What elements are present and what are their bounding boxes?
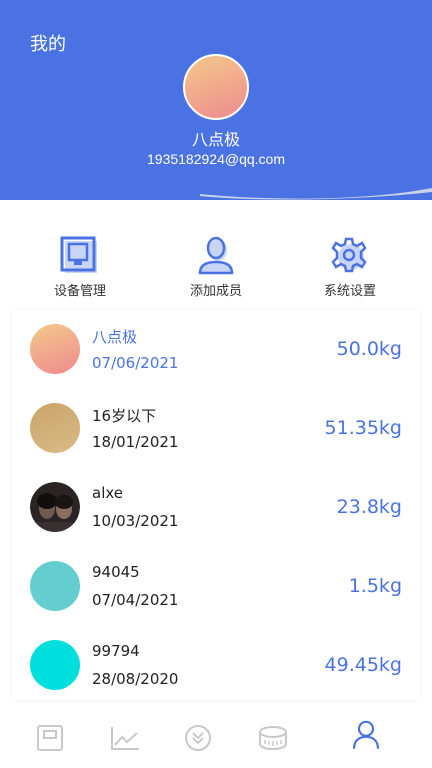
member-row[interactable]: 八点极 07/06/2021 50.0kg [12, 310, 420, 389]
action-label: 系统设置 [323, 284, 376, 299]
profile-icon [352, 720, 380, 749]
scale-icon [37, 725, 63, 751]
profile-name: 八点极 [191, 130, 240, 149]
profile-avatar[interactable] [183, 54, 249, 120]
double-chevron-down-icon [185, 725, 211, 751]
member-name: 99794 [92, 642, 140, 660]
tab-scale[interactable] [20, 708, 80, 768]
member-weight: 50.0kg [336, 338, 402, 360]
member-name: 16岁以下 [92, 407, 157, 425]
action-label: 添加成员 [189, 284, 242, 299]
member-date: 07/04/2021 [92, 591, 179, 609]
member-list: 八点极 07/06/2021 50.0kg 16岁以下 18/01/2021 5… [12, 310, 420, 700]
member-avatar-photo [30, 482, 80, 532]
tape-measure-icon [259, 726, 287, 751]
member-weight: 1.5kg [348, 575, 402, 597]
tab-measure[interactable] [168, 708, 228, 768]
member-weight: 23.8kg [336, 496, 402, 518]
page-title: 我的 [30, 34, 66, 55]
member-weight: 51.35kg [324, 417, 402, 439]
member-row[interactable]: 99794 28/08/2020 49.45kg [12, 626, 420, 705]
add-member-button[interactable]: 添加成员 [156, 232, 276, 302]
member-avatar [30, 561, 80, 611]
member-row[interactable]: alxe 10/03/2021 23.8kg [12, 468, 420, 547]
member-name: 八点极 [92, 328, 138, 346]
router-icon [60, 236, 97, 273]
system-settings-button[interactable]: 系统设置 [290, 232, 410, 302]
quick-actions: 设备管理 添加成员 系统设置 [0, 232, 432, 302]
member-date: 18/01/2021 [92, 433, 179, 451]
member-name: 94045 [92, 563, 140, 581]
member-row[interactable]: 16岁以下 18/01/2021 51.35kg [12, 389, 420, 468]
action-label: 设备管理 [53, 284, 106, 299]
gear-icon [331, 237, 367, 273]
member-name: alxe [92, 484, 124, 502]
tab-trend[interactable] [95, 708, 155, 768]
member-weight: 49.45kg [324, 654, 402, 676]
profile-email: 1935182924@qq.com [147, 151, 285, 167]
member-date: 28/08/2020 [92, 670, 179, 688]
member-date: 07/06/2021 [92, 354, 179, 372]
bottom-tab-bar [0, 708, 432, 768]
member-row[interactable]: 94045 07/04/2021 1.5kg [12, 547, 420, 626]
trend-chart-icon [111, 727, 139, 750]
tab-profile[interactable] [336, 708, 396, 768]
member-date: 10/03/2021 [92, 512, 179, 530]
add-member-icon [198, 236, 234, 275]
header-wave [0, 180, 432, 200]
profile-header: 我的 八点极 1935182924@qq.com [0, 0, 432, 200]
device-management-button[interactable]: 设备管理 [20, 232, 140, 302]
member-avatar [30, 403, 80, 453]
member-avatar [30, 324, 80, 374]
tab-tape[interactable] [243, 708, 303, 768]
member-avatar [30, 640, 80, 690]
